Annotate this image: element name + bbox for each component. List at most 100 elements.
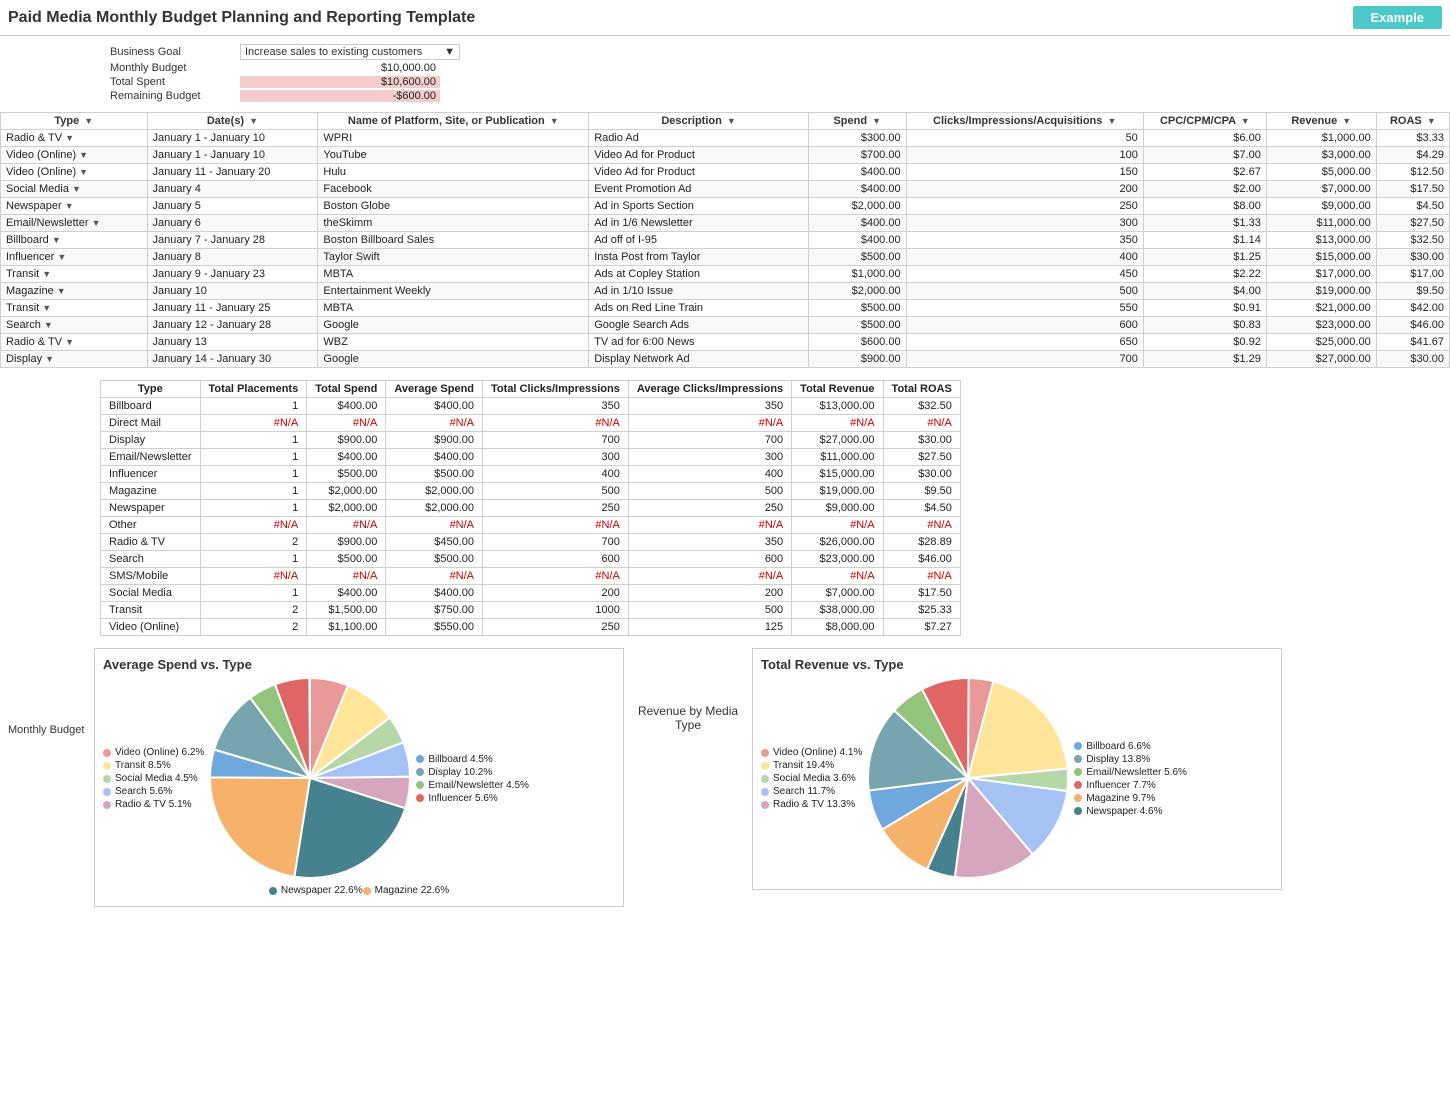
summary-table-cell: $2,000.00 — [386, 500, 483, 517]
table-cell: $46.00 — [1376, 317, 1449, 334]
summary-table-cell: SMS/Mobile — [101, 568, 201, 585]
col-header-desc[interactable]: Description ▼ — [589, 113, 809, 130]
summary-table-cell: #N/A — [883, 517, 960, 534]
table-cell: $4.29 — [1376, 147, 1449, 164]
remaining-budget-row: Remaining Budget -$600.00 — [100, 90, 1442, 102]
legend-item: Social Media 4.5% — [103, 773, 204, 784]
legend-color-dot — [761, 775, 769, 783]
summary-table-cell: $500.00 — [307, 466, 386, 483]
summary-table-cell: Transit — [101, 602, 201, 619]
summary-table-cell: Display — [101, 432, 201, 449]
summary-table-cell: $30.00 — [883, 432, 960, 449]
table-cell: Video Ad for Product — [589, 147, 809, 164]
table-cell: $3.33 — [1376, 130, 1449, 147]
monthly-budget-label: Monthly Budget — [100, 62, 240, 74]
legend-item: Video (Online) 4.1% — [761, 747, 862, 758]
table-cell: January 14 - January 30 — [147, 351, 318, 368]
summary-table-cell: $25.33 — [883, 602, 960, 619]
monthly-budget-chart-label: Monthly Budget — [0, 644, 90, 736]
legend-item: Display 13.8% — [1074, 754, 1187, 765]
table-cell: Insta Post from Taylor — [589, 249, 809, 266]
table-cell: January 1 - January 10 — [147, 147, 318, 164]
business-goal-value[interactable]: Increase sales to existing customers ▼ — [240, 44, 460, 60]
summary-table-cell: $450.00 — [386, 534, 483, 551]
summary-table-row: Other#N/A#N/A#N/A#N/A#N/A#N/A#N/A — [101, 517, 961, 534]
table-cell: $700.00 — [808, 147, 906, 164]
table-cell: $7.00 — [1143, 147, 1266, 164]
table-cell: $25,000.00 — [1266, 334, 1376, 351]
table-cell: Google — [318, 317, 589, 334]
summary-table-cell: #N/A — [792, 568, 883, 585]
table-cell: $11,000.00 — [1266, 215, 1376, 232]
col-header-type[interactable]: Type ▼ — [1, 113, 148, 130]
table-cell: January 1 - January 10 — [147, 130, 318, 147]
legend-label: Transit 19.4% — [773, 760, 834, 771]
table-cell: $30.00 — [1376, 351, 1449, 368]
legend-item: Display 10.2% — [416, 767, 529, 778]
summary-table-cell: #N/A — [200, 517, 307, 534]
summary-table-row: Search1$500.00$500.00600600$23,000.00$46… — [101, 551, 961, 568]
col-header-spend[interactable]: Spend ▼ — [808, 113, 906, 130]
legend-color-dot — [416, 768, 424, 776]
table-cell: $1,000.00 — [808, 266, 906, 283]
legend-item: Newspaper 4.6% — [1074, 806, 1187, 817]
legend-label: Radio & TV 13.3% — [773, 799, 855, 810]
table-cell: $19,000.00 — [1266, 283, 1376, 300]
legend-color-dot — [416, 794, 424, 802]
table-row: Magazine ▼January 10Entertainment Weekly… — [1, 283, 1450, 300]
summary-table-row: Email/Newsletter1$400.00$400.00300300$11… — [101, 449, 961, 466]
summary-table-cell: $400.00 — [386, 449, 483, 466]
legend-item: Magazine 22.6% — [363, 885, 450, 896]
col-header-clicks[interactable]: Clicks/Impressions/Acquisitions ▼ — [906, 113, 1143, 130]
table-row: Search ▼January 12 - January 28GoogleGoo… — [1, 317, 1450, 334]
table-cell: $1.25 — [1143, 249, 1266, 266]
table-cell: 200 — [906, 181, 1143, 198]
table-cell: Display Network Ad — [589, 351, 809, 368]
table-cell: January 7 - January 28 — [147, 232, 318, 249]
col-header-roas[interactable]: ROAS ▼ — [1376, 113, 1449, 130]
table-cell: 300 — [906, 215, 1143, 232]
legend-label: Billboard 4.5% — [428, 754, 492, 765]
table-cell: Video (Online) ▼ — [1, 164, 148, 181]
col-header-revenue[interactable]: Revenue ▼ — [1266, 113, 1376, 130]
col-header-platform[interactable]: Name of Platform, Site, or Publication ▼ — [318, 113, 589, 130]
legend-label: Display 13.8% — [1086, 754, 1150, 765]
table-row: Transit ▼January 11 - January 25MBTAAds … — [1, 300, 1450, 317]
sum-col-total-rev: Total Revenue — [792, 381, 883, 398]
legend-color-dot — [1074, 742, 1082, 750]
summary-table-row: Video (Online)2$1,100.00$550.00250125$8,… — [101, 619, 961, 636]
table-cell: YouTube — [318, 147, 589, 164]
table-cell: Ads at Copley Station — [589, 266, 809, 283]
main-table-header-row: Type ▼ Date(s) ▼ Name of Platform, Site,… — [1, 113, 1450, 130]
table-cell: $400.00 — [808, 232, 906, 249]
table-row: Email/Newsletter ▼January 6theSkimmAd in… — [1, 215, 1450, 232]
summary-table-row: Magazine1$2,000.00$2,000.00500500$19,000… — [101, 483, 961, 500]
table-cell: Hulu — [318, 164, 589, 181]
summary-table-cell: Magazine — [101, 483, 201, 500]
col-header-dates[interactable]: Date(s) ▼ — [147, 113, 318, 130]
dropdown-arrow-icon: ▼ — [444, 46, 455, 58]
sum-col-avg-spend: Average Spend — [386, 381, 483, 398]
summary-table-cell: #N/A — [883, 415, 960, 432]
table-cell: $0.83 — [1143, 317, 1266, 334]
revenue-pie-svg — [868, 678, 1068, 878]
table-cell: theSkimm — [318, 215, 589, 232]
summary-table-cell: 1 — [200, 466, 307, 483]
col-header-cpc[interactable]: CPC/CPM/CPA ▼ — [1143, 113, 1266, 130]
table-cell: $27,000.00 — [1266, 351, 1376, 368]
remaining-budget-label: Remaining Budget — [100, 90, 240, 102]
sum-col-total-roas: Total ROAS — [883, 381, 960, 398]
table-row: Newspaper ▼January 5Boston GlobeAd in Sp… — [1, 198, 1450, 215]
legend-color-dot — [416, 781, 424, 789]
table-cell: $3,000.00 — [1266, 147, 1376, 164]
business-goal-row: Business Goal Increase sales to existing… — [100, 44, 1442, 60]
table-cell: $900.00 — [808, 351, 906, 368]
table-cell: $6.00 — [1143, 130, 1266, 147]
summary-table-cell: #N/A — [628, 517, 791, 534]
table-row: Video (Online) ▼January 1 - January 10Yo… — [1, 147, 1450, 164]
table-cell: 100 — [906, 147, 1143, 164]
page-title: Paid Media Monthly Budget Planning and R… — [8, 9, 1353, 27]
table-cell: WBZ — [318, 334, 589, 351]
summary-table-cell: Radio & TV — [101, 534, 201, 551]
revenue-pie — [868, 678, 1068, 881]
